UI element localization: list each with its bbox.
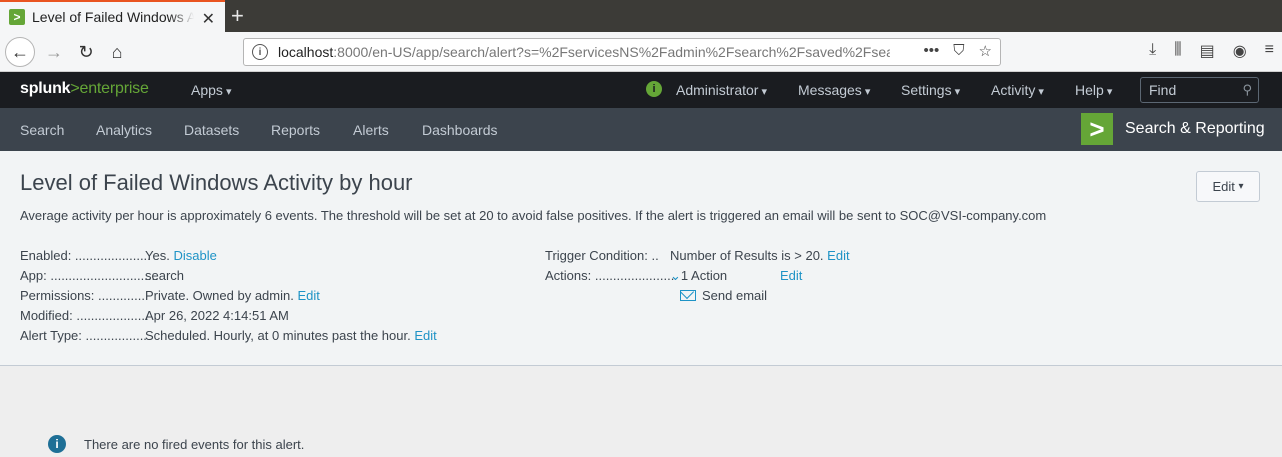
app-nav-bar: Search Analytics Datasets Reports Alerts… [0,108,1282,151]
pocket-icon[interactable]: ⛉ [953,42,964,60]
edit-button[interactable]: Edit ▾ [1196,171,1260,202]
nav-reports[interactable]: Reports [271,122,320,138]
page-actions-icon[interactable]: ••• [924,42,940,60]
trigger-edit-link[interactable]: Edit [827,248,849,263]
chevron-down-icon: ▾ [1238,181,1244,192]
health-status-icon[interactable]: i [646,81,662,97]
find-input[interactable] [1141,78,1231,102]
sidebar-icon[interactable]: ▤ [1200,41,1215,61]
site-info-icon[interactable]: i [252,44,268,60]
splunk-header: splunk>enterprise Apps i Administrator M… [0,72,1282,108]
send-email-action: Send email [680,288,767,303]
menu-icon[interactable]: ≡ [1265,41,1274,61]
app-row: App: ..............................searc… [20,268,185,283]
nav-analytics[interactable]: Analytics [96,122,152,138]
fired-events-area: i There are no fired events for this ale… [0,366,1282,457]
administrator-menu[interactable]: Administrator [676,82,767,98]
bookmark-star-icon[interactable]: ☆ [979,42,992,60]
disable-link[interactable]: Disable [173,248,216,263]
library-icon[interactable]: ⫼ [1174,41,1181,61]
apps-menu[interactable]: Apps [191,82,232,98]
activity-menu[interactable]: Activity [991,82,1044,98]
browser-tab[interactable]: > Level of Failed Windows Activity by ho… [0,0,225,32]
nav-datasets[interactable]: Datasets [184,122,239,138]
alert-type-row: Alert Type: .................Scheduled. … [20,328,437,343]
search-icon[interactable]: ⚲ [1242,82,1252,98]
download-icon[interactable]: ⤓ [1149,41,1156,61]
mail-icon [680,290,696,301]
page-title: Level of Failed Windows Activity by hour [20,170,413,195]
nav-search[interactable]: Search [20,122,64,138]
app-title[interactable]: Search & Reporting [1125,120,1265,138]
alert-description: Average activity per hour is approximate… [20,208,1047,223]
actions-row: Actions: ......................⌄1 Action… [545,268,803,283]
find-box: ⚲ [1140,77,1259,103]
chevron-down-icon: ⌄ [670,268,681,283]
trigger-condition-row: Trigger Condition: .. Number of Results i… [545,248,850,263]
forward-arrow-icon[interactable]: → [39,37,69,67]
url-text[interactable]: localhost:8000/en-US/app/search/alert?s=… [278,44,890,60]
browser-tabstrip: > Level of Failed Windows Activity by ho… [0,0,1282,32]
permissions-edit-link[interactable]: Edit [297,288,319,303]
reload-icon[interactable]: ↻ [71,37,101,67]
nav-alerts[interactable]: Alerts [353,122,389,138]
modified-row: Modified: ....................Apr 26, 20… [20,308,289,323]
alert-details-panel: Level of Failed Windows Activity by hour… [0,151,1282,366]
no-fired-events-message: There are no fired events for this alert… [84,437,305,452]
alert-type-edit-link[interactable]: Edit [414,328,436,343]
account-icon[interactable]: ◉ [1233,41,1247,61]
back-arrow-icon[interactable]: ← [5,37,35,67]
splunk-favicon-icon: > [9,9,25,25]
nav-dashboards[interactable]: Dashboards [422,122,498,138]
address-bar[interactable]: i localhost:8000/en-US/app/search/alert?… [243,38,1001,66]
new-tab-icon[interactable]: + [231,3,244,29]
actions-toggle[interactable]: ⌄1 Action [670,268,727,283]
browser-navbar: ← → ↻ ⌂ i localhost:8000/en-US/app/searc… [0,32,1282,72]
close-tab-icon[interactable]: ✕ [202,9,215,29]
settings-menu[interactable]: Settings [901,82,960,98]
enabled-row: Enabled: .....................Yes. Disab… [20,248,217,263]
search-reporting-app-icon[interactable]: > [1081,113,1113,145]
messages-menu[interactable]: Messages [798,82,870,98]
help-menu[interactable]: Help [1075,82,1112,98]
splunk-logo[interactable]: splunk>enterprise [20,80,149,98]
info-icon: i [48,435,66,453]
actions-edit-link[interactable]: Edit [780,268,802,283]
home-icon[interactable]: ⌂ [102,37,132,67]
tab-title: Level of Failed Windows Activity by hour [32,9,194,25]
permissions-row: Permissions: .............Private. Owned… [20,288,320,303]
